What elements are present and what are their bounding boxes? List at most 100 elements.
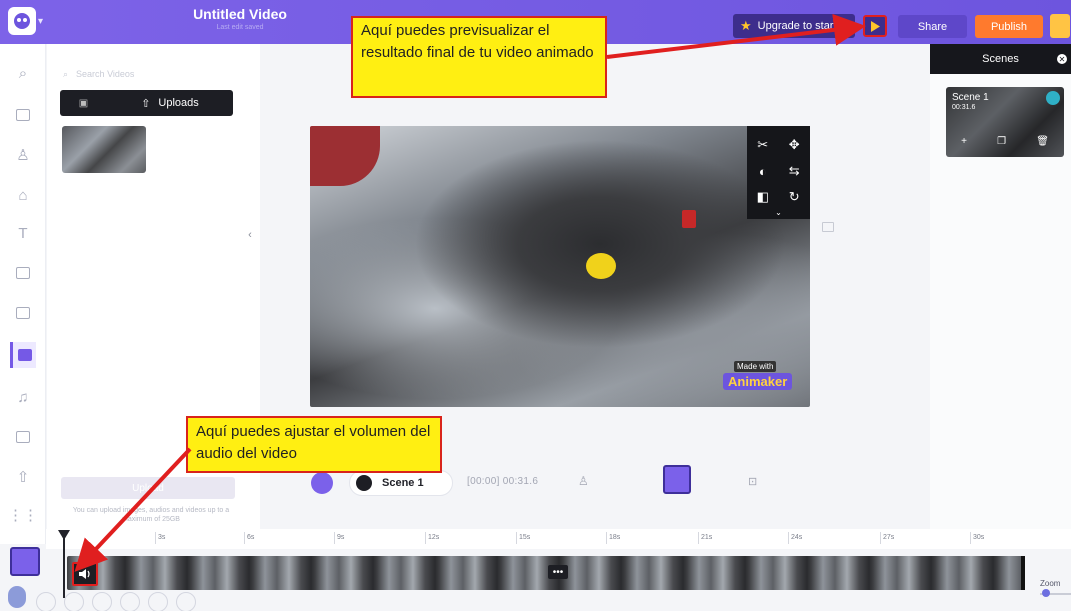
timeline-ruler: [46, 529, 1071, 549]
timeline-tick: 21s: [701, 534, 713, 541]
add-scene-icon[interactable]: +: [961, 136, 967, 147]
timeline-tick: 30s: [973, 534, 985, 541]
scene-user-icon: [1046, 91, 1060, 105]
volume-button[interactable]: [72, 562, 98, 586]
search-icon[interactable]: ⌕: [10, 60, 36, 86]
scene-selector-label: Scene 1: [382, 477, 424, 489]
app-logo-icon[interactable]: [8, 7, 36, 35]
subtitle-icon[interactable]: [822, 222, 834, 232]
tick-mark: [606, 532, 607, 544]
project-title[interactable]: Untitled Video: [180, 6, 300, 22]
callout-preview: Aquí puedes previsualizar el resultado f…: [351, 16, 607, 98]
search-icon: ⌕: [63, 68, 69, 79]
music-icon[interactable]: ♫: [10, 384, 36, 410]
left-rail: ⌕ ♙ ⌂ T ♫ ⇧ ⋮⋮: [0, 44, 46, 544]
scene-video-icon[interactable]: [663, 465, 691, 494]
templates-icon[interactable]: [10, 102, 36, 128]
search-icon[interactable]: [120, 592, 140, 611]
duplicate-icon[interactable]: ❐: [997, 136, 1006, 147]
microphone-icon[interactable]: [8, 586, 26, 608]
tab-stock[interactable]: ▣: [60, 90, 107, 116]
tick-mark: [970, 532, 971, 544]
track-options-icon[interactable]: •••: [548, 565, 568, 579]
scissors-icon[interactable]: ✂: [747, 132, 779, 158]
tick-mark: [334, 532, 335, 544]
upload-icon: ⇧: [141, 97, 151, 110]
tick-mark: [155, 532, 156, 544]
character-icon[interactable]: ♙: [578, 474, 589, 488]
image-icon[interactable]: [148, 592, 168, 611]
effects-icon[interactable]: [10, 424, 36, 450]
user-avatar[interactable]: [1050, 14, 1070, 38]
minus-icon[interactable]: [176, 592, 196, 611]
images-icon[interactable]: [10, 300, 36, 326]
watermark-made-with: Made with: [734, 361, 777, 372]
zoom-slider-handle[interactable]: [1042, 589, 1050, 597]
track-end-handle[interactable]: [1021, 556, 1025, 590]
timeline-tick: 3s: [158, 534, 166, 541]
upload-icon[interactable]: ⇧: [10, 464, 36, 490]
close-icon[interactable]: ✕: [1057, 54, 1067, 64]
timeline-tick: 24s: [791, 534, 803, 541]
car-fender: [310, 126, 380, 186]
swap-icon[interactable]: ⇆: [779, 158, 811, 184]
redo-icon[interactable]: [64, 592, 84, 611]
color-icon[interactable]: ◐: [747, 158, 779, 184]
play-icon: [871, 20, 880, 32]
fit-screen-icon[interactable]: ⊡: [748, 475, 757, 488]
play-scene-button[interactable]: [311, 472, 333, 494]
video-track[interactable]: [67, 556, 1025, 590]
backgrounds-icon[interactable]: [10, 260, 36, 286]
editor-app: ▾ Untitled Video Last edit saved ★ Upgra…: [0, 0, 1071, 611]
library-tabs: ▣ ⇧ Uploads: [60, 90, 233, 116]
upload-note: You can upload images, audios and videos…: [72, 507, 230, 523]
tick-mark: [698, 532, 699, 544]
tick-mark: [425, 532, 426, 544]
save-status: Last edit saved: [216, 24, 264, 31]
tick-mark: [788, 532, 789, 544]
scene-selector[interactable]: Scene 1: [349, 470, 453, 496]
copy-icon[interactable]: [92, 592, 112, 611]
more-apps-icon[interactable]: ⋮⋮: [8, 502, 38, 528]
timeline-tick: 9s: [337, 534, 345, 541]
upgrade-label: Upgrade to start: [757, 20, 837, 32]
text-icon[interactable]: T: [10, 220, 36, 246]
element-toolbar: ✂ ✥ ◐ ⇆ ◧ ↻ ⌄: [747, 126, 810, 219]
share-button[interactable]: Share: [898, 15, 967, 38]
videos-icon[interactable]: [10, 342, 36, 368]
properties-icon[interactable]: ⌂: [10, 182, 36, 208]
track-video-icon[interactable]: [10, 547, 40, 576]
playhead-line[interactable]: [63, 538, 65, 598]
search-input[interactable]: ⌕ Search Videos: [63, 66, 243, 82]
star-icon: ★: [740, 18, 752, 33]
characters-icon[interactable]: ♙: [10, 142, 36, 168]
move-icon[interactable]: ✥: [779, 132, 811, 158]
timeline-tick: 18s: [609, 534, 621, 541]
tab-uploads-label: Uploads: [158, 97, 199, 109]
upgrade-button[interactable]: ★ Upgrade to start: [733, 14, 855, 38]
timeline-tick: 6s: [247, 534, 255, 541]
scene-actions: + ❐ 🗑: [946, 136, 1064, 147]
scene-duration: 00:31.6: [952, 104, 976, 111]
publish-button[interactable]: Publish: [975, 15, 1043, 38]
scene-play-icon: [356, 475, 372, 491]
zoom-label: Zoom: [1040, 579, 1061, 588]
undo-icon[interactable]: [36, 592, 56, 611]
chevron-down-icon[interactable]: ⌄: [747, 206, 810, 219]
search-placeholder: Search Videos: [76, 69, 135, 79]
upload-button[interactable]: Upload: [61, 477, 235, 499]
tab-uploads[interactable]: ⇧ Uploads: [107, 90, 233, 116]
time-readout: [00:00] 00:31.6: [467, 476, 539, 487]
collapse-panel-icon[interactable]: ‹: [240, 225, 260, 245]
scene-name: Scene 1: [952, 92, 989, 103]
callout-volume: Aquí puedes ajustar el volumen del audio…: [186, 416, 442, 473]
tick-mark: [516, 532, 517, 544]
uploaded-video-thumbnail[interactable]: [62, 126, 146, 173]
preview-play-button[interactable]: [863, 15, 887, 37]
timeline-tick: 15s: [519, 534, 531, 541]
watermark-brand: Animaker: [723, 373, 793, 390]
chevron-down-icon[interactable]: ▾: [38, 16, 43, 27]
engine-red-cap: [682, 210, 696, 228]
tick-mark: [244, 532, 245, 544]
delete-icon[interactable]: 🗑: [1036, 136, 1049, 147]
